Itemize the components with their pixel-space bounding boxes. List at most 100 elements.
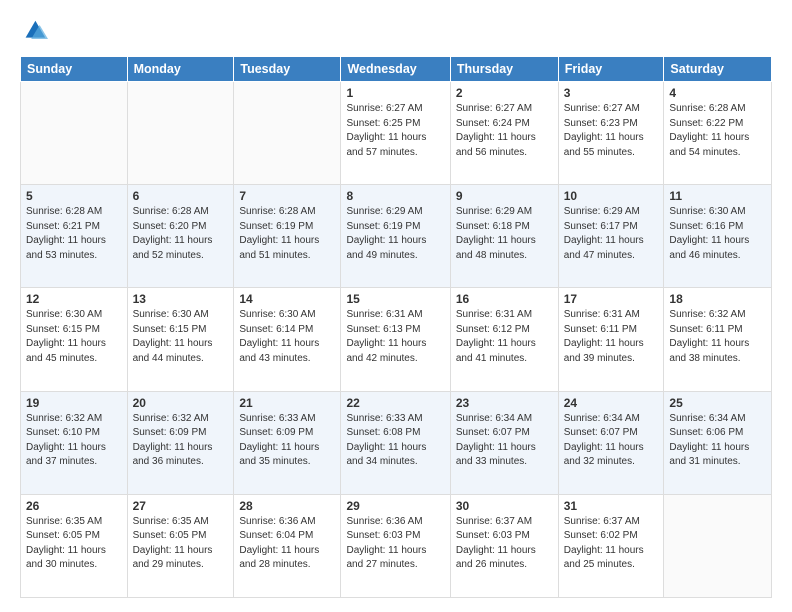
logo bbox=[20, 18, 52, 46]
calendar-day-cell: 10 Sunrise: 6:29 AM Sunset: 6:17 PM Dayli… bbox=[558, 185, 664, 288]
day-info: Sunrise: 6:34 AM Sunset: 6:06 PM Dayligh… bbox=[669, 412, 766, 470]
day-info: Sunrise: 6:30 AM Sunset: 6:14 PM Dayligh… bbox=[239, 308, 335, 366]
day-info: Sunrise: 6:36 AM Sunset: 6:04 PM Dayligh… bbox=[239, 515, 335, 573]
weekday-header-cell: Wednesday bbox=[341, 57, 450, 82]
day-number: 26 bbox=[26, 499, 122, 513]
day-number: 21 bbox=[239, 396, 335, 410]
day-number: 3 bbox=[564, 86, 659, 100]
day-number: 27 bbox=[133, 499, 229, 513]
calendar-day-cell: 4 Sunrise: 6:28 AM Sunset: 6:22 PM Daylig… bbox=[664, 82, 772, 185]
calendar-day-cell: 13 Sunrise: 6:30 AM Sunset: 6:15 PM Dayli… bbox=[127, 288, 234, 391]
day-info: Sunrise: 6:33 AM Sunset: 6:09 PM Dayligh… bbox=[239, 412, 335, 470]
day-info: Sunrise: 6:32 AM Sunset: 6:10 PM Dayligh… bbox=[26, 412, 122, 470]
day-number: 23 bbox=[456, 396, 553, 410]
calendar-day-cell: 7 Sunrise: 6:28 AM Sunset: 6:19 PM Daylig… bbox=[234, 185, 341, 288]
day-info: Sunrise: 6:34 AM Sunset: 6:07 PM Dayligh… bbox=[564, 412, 659, 470]
day-number: 7 bbox=[239, 189, 335, 203]
day-number: 28 bbox=[239, 499, 335, 513]
calendar-table: SundayMondayTuesdayWednesdayThursdayFrid… bbox=[20, 56, 772, 598]
day-info: Sunrise: 6:32 AM Sunset: 6:09 PM Dayligh… bbox=[133, 412, 229, 470]
day-number: 17 bbox=[564, 292, 659, 306]
calendar-day-cell: 22Sunrise: 6:33 AM Sunset: 6:08 PM Dayli… bbox=[341, 391, 450, 494]
weekday-header-row: SundayMondayTuesdayWednesdayThursdayFrid… bbox=[21, 57, 772, 82]
day-number: 18 bbox=[669, 292, 766, 306]
day-number: 1 bbox=[346, 86, 444, 100]
calendar-week-row: 26 Sunrise: 6:35 AM Sunset: 6:05 PM Dayli… bbox=[21, 494, 772, 597]
day-number: 13 bbox=[133, 292, 229, 306]
calendar-day-cell: 6 Sunrise: 6:28 AM Sunset: 6:20 PM Daylig… bbox=[127, 185, 234, 288]
calendar-day-cell: 23 Sunrise: 6:34 AM Sunset: 6:07 PM Dayli… bbox=[450, 391, 558, 494]
calendar-day-cell: 11 Sunrise: 6:30 AM Sunset: 6:16 PM Dayli… bbox=[664, 185, 772, 288]
day-number: 12 bbox=[26, 292, 122, 306]
calendar-week-row: 1 Sunrise: 6:27 AM Sunset: 6:25 PM Daylig… bbox=[21, 82, 772, 185]
calendar-day-cell: 20 Sunrise: 6:32 AM Sunset: 6:09 PM Dayli… bbox=[127, 391, 234, 494]
calendar-day-cell: 26 Sunrise: 6:35 AM Sunset: 6:05 PM Dayli… bbox=[21, 494, 128, 597]
day-info: Sunrise: 6:35 AM Sunset: 6:05 PM Dayligh… bbox=[133, 515, 229, 573]
day-info: Sunrise: 6:27 AM Sunset: 6:25 PM Dayligh… bbox=[346, 102, 444, 160]
calendar-day-cell: 31 Sunrise: 6:37 AM Sunset: 6:02 PM Dayli… bbox=[558, 494, 664, 597]
calendar-day-cell: 25 Sunrise: 6:34 AM Sunset: 6:06 PM Dayli… bbox=[664, 391, 772, 494]
day-info: Sunrise: 6:27 AM Sunset: 6:24 PM Dayligh… bbox=[456, 102, 553, 160]
day-info: Sunrise: 6:34 AM Sunset: 6:07 PM Dayligh… bbox=[456, 412, 553, 470]
day-info: Sunrise: 6:29 AM Sunset: 6:18 PM Dayligh… bbox=[456, 205, 553, 263]
day-number: 20 bbox=[133, 396, 229, 410]
calendar-day-cell bbox=[234, 82, 341, 185]
calendar-week-row: 19Sunrise: 6:32 AM Sunset: 6:10 PM Dayli… bbox=[21, 391, 772, 494]
day-info: Sunrise: 6:37 AM Sunset: 6:02 PM Dayligh… bbox=[564, 515, 659, 573]
day-info: Sunrise: 6:28 AM Sunset: 6:20 PM Dayligh… bbox=[133, 205, 229, 263]
weekday-header-cell: Tuesday bbox=[234, 57, 341, 82]
calendar-day-cell bbox=[127, 82, 234, 185]
weekday-header-cell: Sunday bbox=[21, 57, 128, 82]
calendar-day-cell: 17Sunrise: 6:31 AM Sunset: 6:11 PM Dayli… bbox=[558, 288, 664, 391]
day-info: Sunrise: 6:30 AM Sunset: 6:15 PM Dayligh… bbox=[26, 308, 122, 366]
calendar-week-row: 5 Sunrise: 6:28 AM Sunset: 6:21 PM Daylig… bbox=[21, 185, 772, 288]
day-info: Sunrise: 6:28 AM Sunset: 6:19 PM Dayligh… bbox=[239, 205, 335, 263]
calendar-week-row: 12 Sunrise: 6:30 AM Sunset: 6:15 PM Dayli… bbox=[21, 288, 772, 391]
day-number: 31 bbox=[564, 499, 659, 513]
calendar-day-cell: 8Sunrise: 6:29 AM Sunset: 6:19 PM Daylig… bbox=[341, 185, 450, 288]
calendar-day-cell: 9 Sunrise: 6:29 AM Sunset: 6:18 PM Daylig… bbox=[450, 185, 558, 288]
weekday-header-cell: Thursday bbox=[450, 57, 558, 82]
day-number: 6 bbox=[133, 189, 229, 203]
calendar-day-cell: 1 Sunrise: 6:27 AM Sunset: 6:25 PM Daylig… bbox=[341, 82, 450, 185]
calendar-day-cell: 19Sunrise: 6:32 AM Sunset: 6:10 PM Dayli… bbox=[21, 391, 128, 494]
day-number: 16 bbox=[456, 292, 553, 306]
day-number: 10 bbox=[564, 189, 659, 203]
day-info: Sunrise: 6:29 AM Sunset: 6:17 PM Dayligh… bbox=[564, 205, 659, 263]
calendar-day-cell: 29Sunrise: 6:36 AM Sunset: 6:03 PM Dayli… bbox=[341, 494, 450, 597]
calendar-day-cell: 14 Sunrise: 6:30 AM Sunset: 6:14 PM Dayli… bbox=[234, 288, 341, 391]
day-number: 25 bbox=[669, 396, 766, 410]
calendar-day-cell: 28 Sunrise: 6:36 AM Sunset: 6:04 PM Dayli… bbox=[234, 494, 341, 597]
weekday-header-cell: Friday bbox=[558, 57, 664, 82]
day-number: 29 bbox=[346, 499, 444, 513]
day-info: Sunrise: 6:28 AM Sunset: 6:21 PM Dayligh… bbox=[26, 205, 122, 263]
day-number: 22 bbox=[346, 396, 444, 410]
calendar-day-cell: 21 Sunrise: 6:33 AM Sunset: 6:09 PM Dayli… bbox=[234, 391, 341, 494]
day-info: Sunrise: 6:37 AM Sunset: 6:03 PM Dayligh… bbox=[456, 515, 553, 573]
day-info: Sunrise: 6:31 AM Sunset: 6:12 PM Dayligh… bbox=[456, 308, 553, 366]
day-number: 9 bbox=[456, 189, 553, 203]
day-number: 5 bbox=[26, 189, 122, 203]
calendar-day-cell: 2 Sunrise: 6:27 AM Sunset: 6:24 PM Daylig… bbox=[450, 82, 558, 185]
day-number: 11 bbox=[669, 189, 766, 203]
weekday-header-cell: Saturday bbox=[664, 57, 772, 82]
calendar-day-cell: 16 Sunrise: 6:31 AM Sunset: 6:12 PM Dayli… bbox=[450, 288, 558, 391]
day-info: Sunrise: 6:28 AM Sunset: 6:22 PM Dayligh… bbox=[669, 102, 766, 160]
calendar-body: 1 Sunrise: 6:27 AM Sunset: 6:25 PM Daylig… bbox=[21, 82, 772, 598]
calendar-day-cell bbox=[664, 494, 772, 597]
day-number: 2 bbox=[456, 86, 553, 100]
day-number: 4 bbox=[669, 86, 766, 100]
day-info: Sunrise: 6:30 AM Sunset: 6:16 PM Dayligh… bbox=[669, 205, 766, 263]
day-info: Sunrise: 6:27 AM Sunset: 6:23 PM Dayligh… bbox=[564, 102, 659, 160]
header bbox=[20, 18, 772, 46]
calendar-day-cell: 27 Sunrise: 6:35 AM Sunset: 6:05 PM Dayli… bbox=[127, 494, 234, 597]
day-info: Sunrise: 6:35 AM Sunset: 6:05 PM Dayligh… bbox=[26, 515, 122, 573]
day-number: 30 bbox=[456, 499, 553, 513]
day-info: Sunrise: 6:29 AM Sunset: 6:19 PM Dayligh… bbox=[346, 205, 444, 263]
day-number: 14 bbox=[239, 292, 335, 306]
logo-icon bbox=[20, 18, 48, 46]
day-number: 15 bbox=[346, 292, 444, 306]
calendar-day-cell: 30 Sunrise: 6:37 AM Sunset: 6:03 PM Dayli… bbox=[450, 494, 558, 597]
day-info: Sunrise: 6:30 AM Sunset: 6:15 PM Dayligh… bbox=[133, 308, 229, 366]
calendar-day-cell: 24Sunrise: 6:34 AM Sunset: 6:07 PM Dayli… bbox=[558, 391, 664, 494]
